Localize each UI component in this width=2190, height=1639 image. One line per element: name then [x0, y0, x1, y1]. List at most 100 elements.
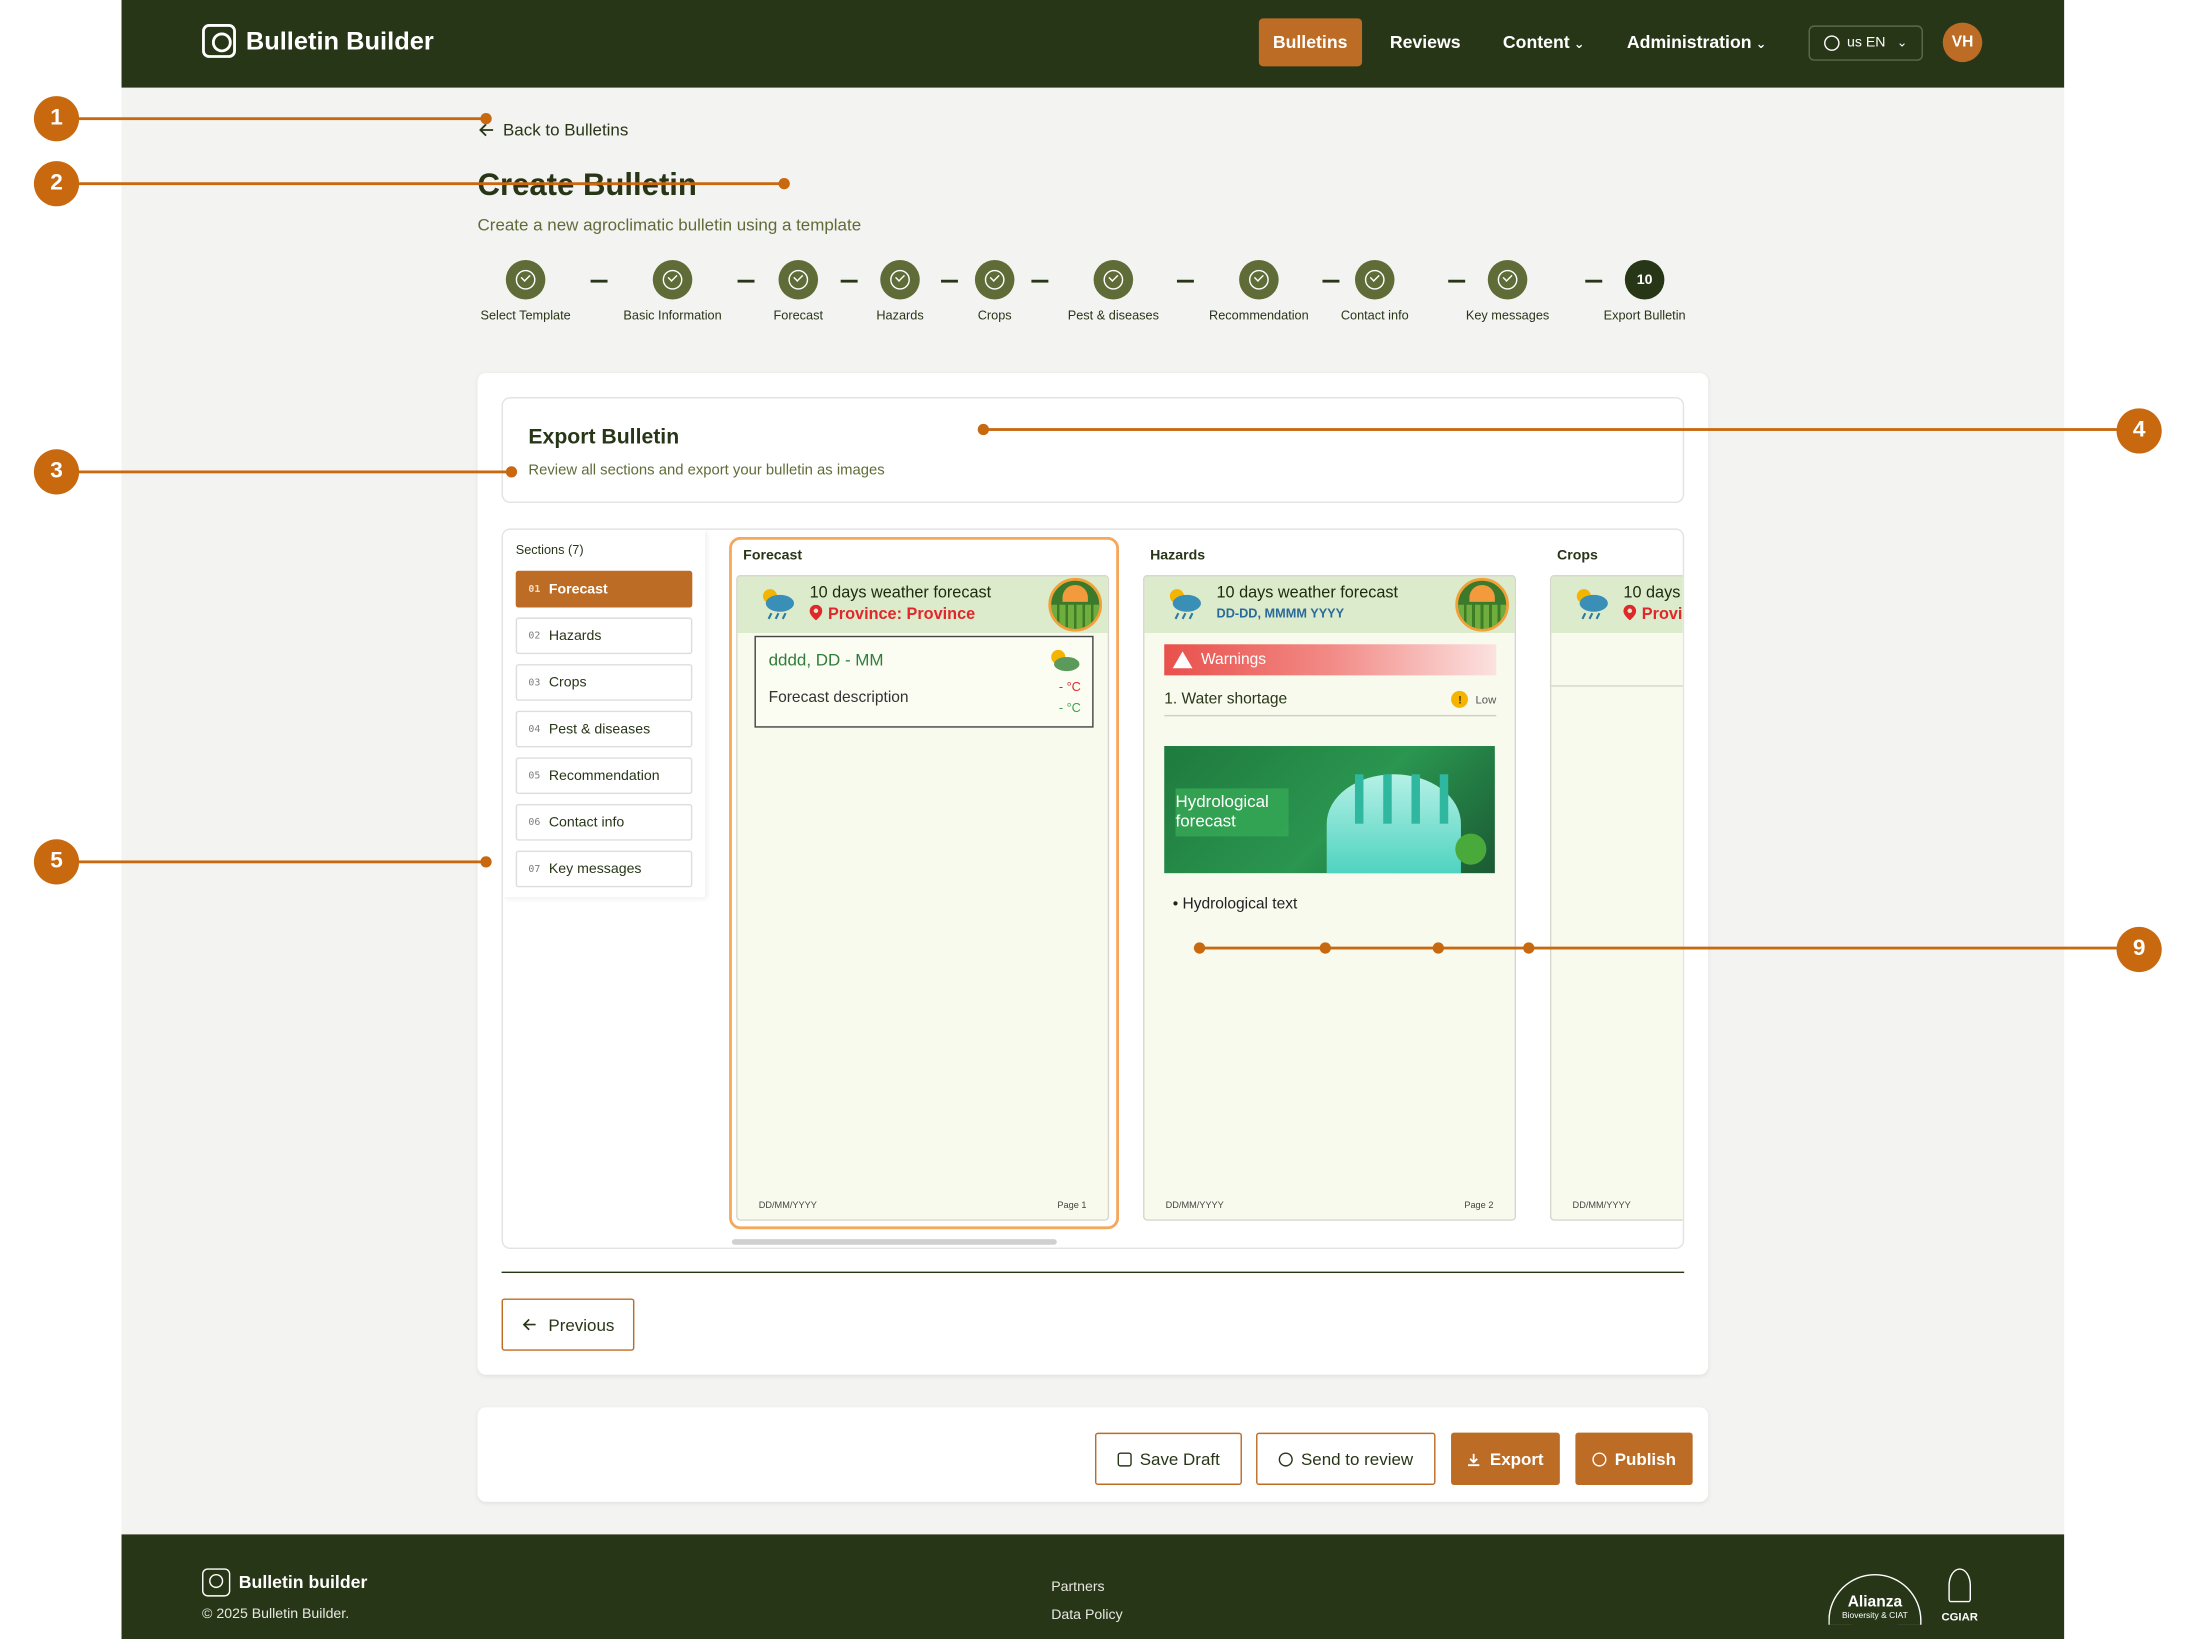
cgiar-logo: CGIAR — [1938, 1565, 1980, 1624]
forecast-date: dddd, DD - MM — [768, 649, 884, 670]
check-circle-icon — [984, 269, 1005, 290]
step-complete-icon — [880, 259, 920, 300]
bulletin-title: 10 days weather forecast — [1216, 584, 1399, 602]
step-basic-information[interactable]: Basic Information — [609, 259, 736, 322]
horizontal-scrollbar[interactable] — [731, 1239, 1057, 1245]
export-button[interactable]: Export — [1451, 1432, 1560, 1485]
section-item-recommendation[interactable]: 05 Recommendation — [515, 757, 693, 795]
language-selector[interactable]: us EN ⌄ — [1808, 24, 1923, 61]
page-footer-number: Page 1 — [1057, 1200, 1087, 1211]
step-label: Crops — [977, 308, 1012, 323]
annotation-badge-2: 2 — [33, 161, 80, 207]
seal-sun — [1469, 584, 1495, 602]
language-label: us EN — [1846, 34, 1886, 51]
partner-subtitle: Bioversity & CIAT — [1842, 1612, 1908, 1621]
section-item-key-messages[interactable]: 07 Key messages — [515, 850, 693, 888]
chevron-down-icon: ⌄ — [1896, 34, 1908, 49]
seal-field — [1051, 604, 1100, 629]
step-pest-diseases[interactable]: Pest & diseases — [1050, 259, 1177, 323]
export-subtitle: Review all sections and export your bull… — [528, 462, 885, 479]
step-label: Pest & diseases — [1067, 308, 1159, 323]
user-avatar[interactable]: VH — [1942, 22, 1983, 63]
nav-administration-label: Administration — [1626, 32, 1752, 53]
step-key-messages[interactable]: Key messages — [1444, 259, 1571, 322]
section-item-pest-diseases[interactable]: 04 Pest & diseases — [515, 710, 693, 748]
hazard-level: ! Low — [1451, 690, 1497, 708]
previous-label: Previous — [548, 1314, 615, 1335]
rain-cloud-icon — [762, 589, 795, 620]
hydrological-text: • Hydrological text — [1172, 895, 1298, 913]
publish-button[interactable]: Publish — [1575, 1432, 1693, 1485]
pages-strip[interactable]: Forecast 10 days weather forecast Provin… — [729, 536, 1683, 1243]
step-export-bulletin[interactable]: 10 Export Bulletin — [1581, 259, 1708, 322]
annotation-dot — [480, 856, 492, 868]
tree-illustration — [1455, 833, 1487, 865]
section-number: 05 — [528, 770, 541, 782]
temperature-max: - °C — [1058, 679, 1081, 694]
bulletin-logo-icon — [202, 24, 236, 58]
send-to-review-button[interactable]: Send to review — [1256, 1432, 1436, 1485]
wizard-stepper: Select Template Basic Information Foreca… — [478, 259, 1721, 345]
bulletin-date-range: DD-DD, MMMM YYYY — [1216, 606, 1345, 621]
section-item-forecast[interactable]: 01 Forecast — [515, 570, 693, 608]
step-complete-icon — [652, 259, 693, 300]
crops-table-row — [1551, 633, 1683, 687]
nav-bulletins[interactable]: Bulletins — [1258, 18, 1362, 67]
hazard-level-label: Low — [1475, 693, 1497, 706]
page-footer-date: DD/MM/YYYY — [1572, 1200, 1631, 1211]
save-draft-button[interactable]: Save Draft — [1094, 1432, 1242, 1485]
annotation-badge-1: 1 — [33, 96, 80, 142]
annotation-dot — [977, 423, 990, 436]
step-select-template[interactable]: Select Template — [462, 259, 589, 322]
annotation-dot — [1523, 942, 1535, 954]
step-contact-info[interactable]: Contact info — [1311, 259, 1438, 323]
footer-link-data-policy[interactable]: Data Policy — [1051, 1602, 1122, 1630]
check-circle-icon — [1278, 1451, 1293, 1466]
top-navbar: Bulletin Builder Bulletins Reviews Conte… — [121, 0, 2065, 88]
dam-gate — [1354, 774, 1364, 824]
annotation-line — [1199, 946, 2140, 950]
section-label: Crops — [548, 674, 587, 691]
check-circle-icon — [1497, 269, 1518, 290]
check-circle-icon — [890, 269, 910, 290]
page-preview-forecast[interactable]: Forecast 10 days weather forecast Provin… — [729, 536, 1120, 1230]
bulletin-province: Province: Province — [809, 604, 976, 624]
hazard-name: 1. Water shortage — [1164, 690, 1288, 708]
section-item-contact-info[interactable]: 06 Contact info — [515, 803, 693, 841]
arrow-left-icon — [522, 1318, 536, 1331]
section-label: Contact info — [548, 814, 625, 831]
step-complete-icon — [1239, 259, 1279, 300]
nav-content[interactable]: Content ⌄ — [1489, 18, 1599, 66]
section-number: 01 — [528, 583, 541, 595]
nav-reviews[interactable]: Reviews — [1376, 18, 1475, 66]
back-to-bulletins-link[interactable]: Back to Bulletins — [478, 120, 628, 140]
section-item-hazards[interactable]: 02 Hazards — [515, 617, 693, 655]
step-complete-icon — [778, 259, 819, 300]
sections-title: Sections (7) — [515, 542, 584, 557]
footer-brand-name: Bulletin builder — [238, 1572, 368, 1593]
export-header: Export Bulletin Review all sections and … — [501, 397, 1685, 503]
previous-button[interactable]: Previous — [501, 1298, 635, 1351]
section-label: Forecast — [548, 581, 608, 597]
footer-link-partners[interactable]: Partners — [1051, 1574, 1122, 1602]
nav-administration[interactable]: Administration ⌄ — [1613, 18, 1781, 66]
step-crops[interactable]: Crops — [931, 259, 1058, 323]
globe-icon — [1824, 34, 1840, 51]
cgiar-leaf-icon — [1948, 1568, 1971, 1603]
alianza-logo: Alianza Bioversity & CIAT — [1820, 1565, 1930, 1625]
step-label: Contact info — [1340, 308, 1409, 323]
footer-copyright: © 2025 Bulletin Builder. — [202, 1606, 350, 1623]
section-number: 03 — [528, 676, 541, 689]
page-preview-hazards[interactable]: Hazards 10 days weather forecast DD-DD, … — [1136, 537, 1517, 1229]
send-to-review-label: Send to review — [1300, 1448, 1414, 1469]
annotation-dot — [505, 466, 518, 478]
section-item-crops[interactable]: 03 Crops — [515, 664, 693, 701]
annotation-line — [56, 860, 487, 864]
province-text: Province: Province — [827, 606, 976, 624]
brand[interactable]: Bulletin Builder — [202, 24, 434, 58]
step-separator — [590, 279, 608, 282]
annotation-badge-4: 4 — [2116, 408, 2162, 454]
page-footer-date: DD/MM/YYYY — [1165, 1200, 1224, 1211]
page-preview-crops[interactable]: Crops 10 days Provi DD/MM/YYYY — [1543, 537, 1683, 1229]
annotation-line — [56, 470, 512, 474]
